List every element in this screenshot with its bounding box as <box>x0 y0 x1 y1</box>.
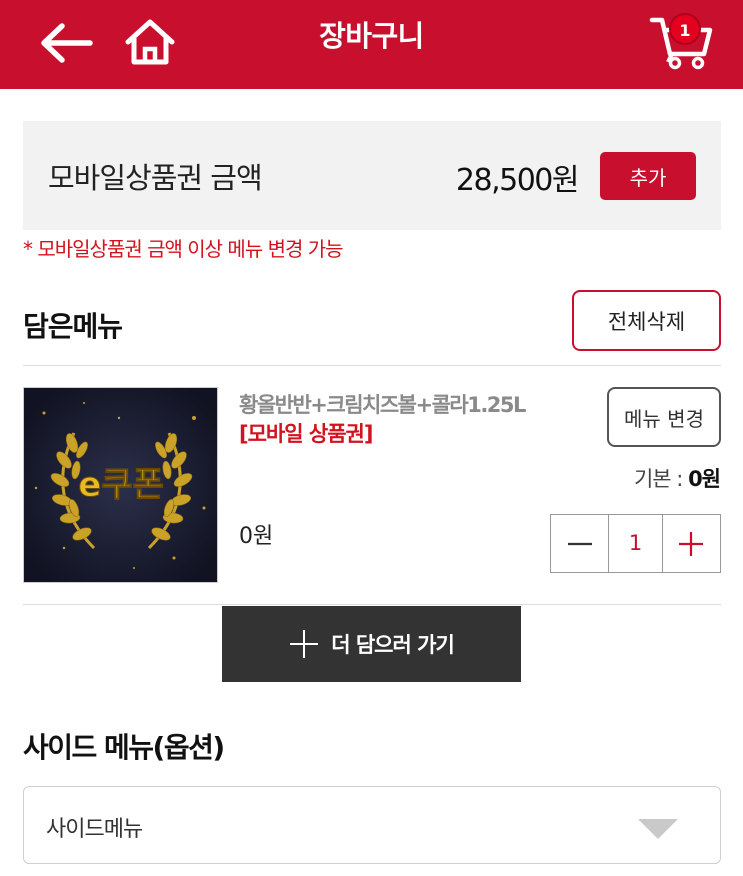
item-name: 황올반반+크림치즈볼+콜라1.25L <box>239 393 526 417</box>
plus-icon <box>290 630 319 658</box>
cart-section-title: 담은메뉴 <box>23 310 123 343</box>
plus-icon <box>679 531 704 556</box>
divider <box>23 365 721 366</box>
item-tag: [모바일 상품권] <box>239 422 373 446</box>
increase-button[interactable] <box>663 515 720 572</box>
add-more-label: 더 담으러 가기 <box>331 633 455 657</box>
divider <box>23 604 721 605</box>
base-price-label: 기본 : <box>633 467 689 491</box>
top-app-bar: 장바구니 1 <box>0 0 743 89</box>
svg-text:e쿠폰: e쿠폰 <box>78 465 164 505</box>
gift-certificate-amount: 28,500원 <box>455 163 580 198</box>
gift-certificate-panel: 모바일상품권 금액 28,500원 추가 <box>23 121 721 230</box>
page-title: 장바구니 <box>319 19 424 53</box>
side-menu-select[interactable]: 사이드메뉴 <box>23 786 721 864</box>
base-price-value: 0원 <box>688 467 721 491</box>
coupon-image: e쿠폰 <box>24 388 217 582</box>
side-menu-selected-value: 사이드메뉴 <box>46 817 143 842</box>
change-menu-button[interactable]: 메뉴 변경 <box>607 387 721 447</box>
delete-all-button[interactable]: 전체삭제 <box>572 290 721 351</box>
gift-certificate-note: * 모바일상품권 금액 이상 메뉴 변경 가능 <box>23 237 344 261</box>
chevron-down-icon <box>638 819 678 839</box>
add-gift-certificate-button[interactable]: 추가 <box>600 152 696 200</box>
quantity-value: 1 <box>608 515 663 572</box>
gift-certificate-label: 모바일상품권 금액 <box>48 161 263 195</box>
minus-icon <box>567 542 592 545</box>
item-thumbnail: e쿠폰 <box>23 387 218 583</box>
quantity-stepper: 1 <box>550 514 721 573</box>
cart-count-badge: 1 <box>669 13 701 45</box>
add-more-button[interactable]: 더 담으러 가기 <box>222 606 521 682</box>
side-menu-title: 사이드 메뉴(옵션) <box>23 731 225 764</box>
item-price: 0원 <box>239 524 274 549</box>
base-price: 기본 : 0원 <box>633 463 721 493</box>
decrease-button[interactable] <box>551 515 608 572</box>
